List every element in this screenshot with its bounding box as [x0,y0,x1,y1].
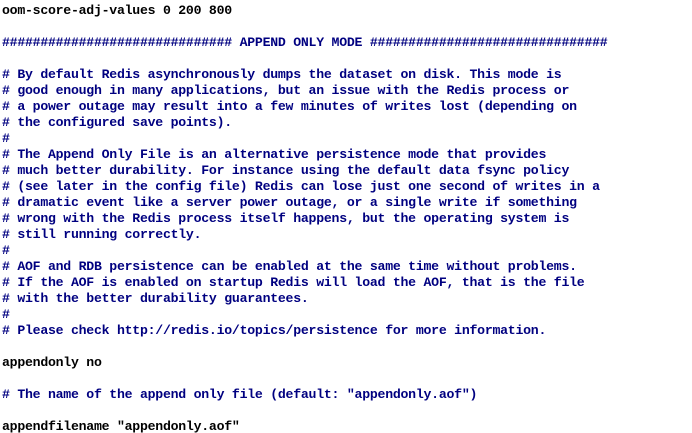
comment-line: # wrong with the Redis process itself ha… [2,211,570,226]
directive-line: appendfilename "appendonly.aof" [2,419,240,433]
comment-line: # still running correctly. [2,227,202,242]
comment-line: # The name of the append only file (defa… [2,387,478,402]
comment-line: # good enough in many applications, but … [2,83,570,98]
comment-line: # with the better durability guarantees. [2,291,309,306]
comment-line: # dramatic event like a server power out… [2,195,577,210]
comment-line: # a power outage may result into a few m… [2,99,577,114]
comment-line: # [2,243,10,258]
comment-line: # Please check http://redis.io/topics/pe… [2,323,547,338]
comment-line: # [2,307,10,322]
directive-line: oom-score-adj-values 0 200 800 [2,3,232,18]
comment-line: # (see later in the config file) Redis c… [2,179,600,194]
comment-line: # AOF and RDB persistence can be enabled… [2,259,577,274]
directive-line: appendonly no [2,355,102,370]
comment-line: # If the AOF is enabled on startup Redis… [2,275,585,290]
comment-line: ############################## APPEND ON… [2,35,608,50]
comment-line: # the configured save points). [2,115,232,130]
comment-line: # By default Redis asynchronously dumps … [2,67,562,82]
config-text-editor[interactable]: oom-score-adj-values 0 200 800 ##########… [0,0,692,433]
comment-line: # much better durability. For instance u… [2,163,570,178]
comment-line: # The Append Only File is an alternative… [2,147,547,162]
comment-line: # [2,131,10,146]
